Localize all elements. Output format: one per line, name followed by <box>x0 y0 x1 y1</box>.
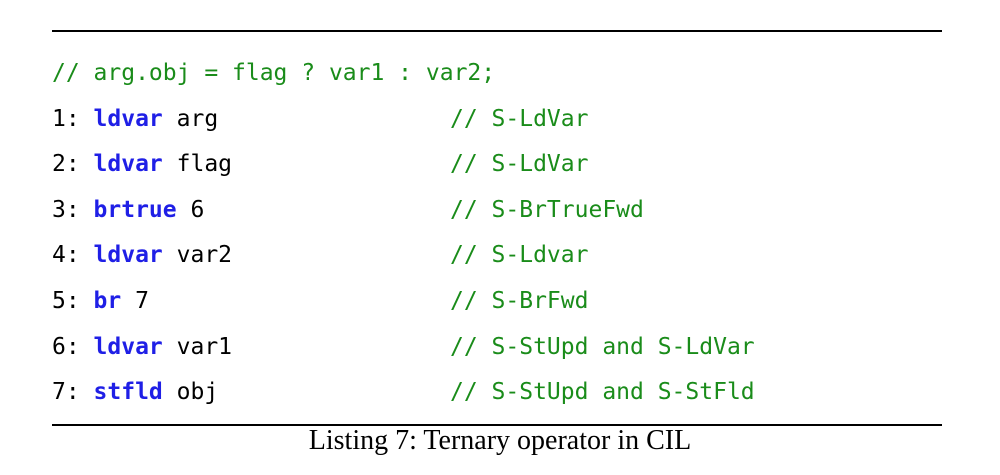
code-line-5: 5: br 7 // S-BrFwd <box>52 279 942 325</box>
code-line-6: 6: ldvar var1 // S-StUpd and S-LdVar <box>52 325 942 371</box>
instruction-argument: var1 <box>162 333 233 360</box>
instruction-keyword: ldvar <box>93 105 163 132</box>
instruction-argument: flag <box>162 151 233 178</box>
line-comment: // S-Ldvar <box>450 242 589 269</box>
instruction-keyword: br <box>93 287 122 314</box>
instruction-keyword: ldvar <box>93 242 163 269</box>
line-number: 3: <box>52 196 94 223</box>
line-comment: // S-StUpd and S-StFld <box>450 379 755 406</box>
instruction-argument: obj <box>162 379 219 406</box>
code-line-4: 4: ldvar var2 // S-Ldvar <box>52 233 942 279</box>
line-comment: // S-LdVar <box>450 151 589 178</box>
code-line-2: 2: ldvar flag // S-LdVar <box>52 142 942 188</box>
line-number: 5: <box>52 287 94 314</box>
code-line-3: 3: brtrue 6 // S-BrTrueFwd <box>52 188 942 234</box>
line-comment: // S-LdVar <box>450 105 589 132</box>
instruction-argument: var2 <box>162 242 233 269</box>
line-comment: // S-BrFwd <box>450 287 589 314</box>
line-comment: // S-BrTrueFwd <box>450 196 644 223</box>
code-listing: // arg.obj = flag ? var1 : var2; 1: ldva… <box>52 30 942 426</box>
instruction-keyword: ldvar <box>93 151 163 178</box>
line-number: 1: <box>52 105 94 132</box>
code-line-1: 1: ldvar arg // S-LdVar <box>52 97 942 143</box>
instruction-argument: 7 <box>121 287 149 314</box>
line-number: 4: <box>52 242 94 269</box>
instruction-keyword: stfld <box>93 379 163 406</box>
instruction-argument: 6 <box>176 196 205 223</box>
line-number: 6: <box>52 333 94 360</box>
instruction-keyword: brtrue <box>93 196 177 223</box>
header-comment: // arg.obj = flag ? var1 : var2; <box>52 60 496 86</box>
line-comment: // S-StUpd and S-LdVar <box>450 333 755 360</box>
code-block: // arg.obj = flag ? var1 : var2; 1: ldva… <box>52 32 942 424</box>
code-line-7: 7: stfld obj // S-StUpd and S-StFld <box>52 370 942 416</box>
listing-caption: Listing 7: Ternary operator in CIL <box>308 425 692 456</box>
instruction-keyword: ldvar <box>93 333 163 360</box>
line-number: 2: <box>52 151 94 178</box>
line-number: 7: <box>52 379 94 406</box>
instruction-argument: arg <box>162 105 219 132</box>
